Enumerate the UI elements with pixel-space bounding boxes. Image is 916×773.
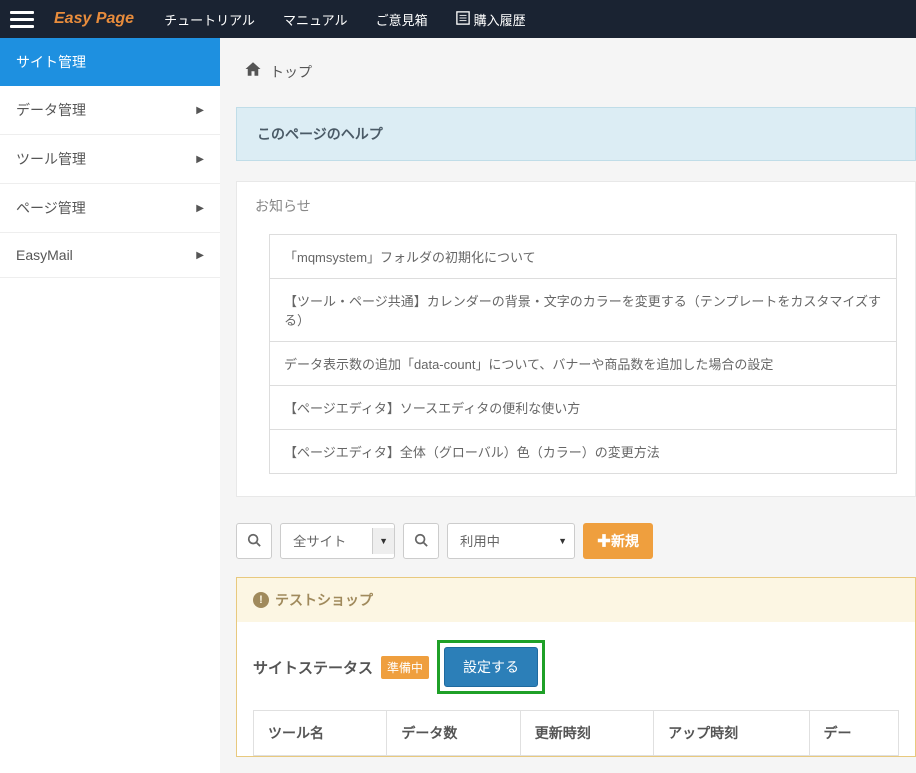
topnav-feedback[interactable]: ご意見箱 <box>376 10 428 29</box>
sidebar-item-data[interactable]: データ管理 ▶ <box>0 86 220 135</box>
status-select[interactable]: 利用中 <box>447 523 575 559</box>
sidebar-item-label: ページ管理 <box>16 198 86 218</box>
sidebar-item-label: EasyMail <box>16 247 73 263</box>
sidebar-item-tools[interactable]: ツール管理 ▶ <box>0 135 220 184</box>
new-button[interactable]: ✚新規 <box>583 523 653 559</box>
new-button-label: 新規 <box>611 533 639 549</box>
breadcrumb-label: トップ <box>270 62 312 82</box>
main-content: トップ このページのヘルプ お知らせ 「mqmsystem」フォルダの初期化につ… <box>220 38 916 773</box>
search-icon <box>414 533 428 550</box>
news-item[interactable]: 【ページエディタ】ソースエディタの便利な使い方 <box>269 385 897 429</box>
news-panel: お知らせ 「mqmsystem」フォルダの初期化について 【ツール・ページ共通】… <box>236 181 916 497</box>
settings-button[interactable]: 設定する <box>444 647 538 687</box>
topbar: Easy Page チュートリアル マニュアル ご意見箱 購入履歴 <box>0 0 916 38</box>
list-icon <box>456 11 470 28</box>
news-item[interactable]: 【ツール・ページ共通】カレンダーの背景・文字のカラーを変更する（テンプレートをカ… <box>269 278 897 341</box>
sidebar-item-label: データ管理 <box>16 100 86 120</box>
plus-icon: ✚ <box>597 533 611 549</box>
col-tool-name: ツール名 <box>254 711 387 756</box>
chevron-right-icon: ▶ <box>196 154 204 165</box>
col-extra: デー <box>809 711 898 756</box>
status-label: サイトステータス <box>253 657 373 678</box>
status-row: サイトステータス 準備中 設定する <box>253 640 899 694</box>
shop-title: テストショップ <box>275 590 373 610</box>
brand-logo[interactable]: Easy Page <box>54 10 134 28</box>
site-select[interactable]: 全サイト <box>280 523 395 559</box>
search-status-button[interactable] <box>403 523 439 559</box>
breadcrumb: トップ <box>236 54 916 89</box>
hamburger-icon[interactable] <box>10 11 34 28</box>
news-item[interactable]: 「mqmsystem」フォルダの初期化について <box>269 234 897 278</box>
data-table: ツール名 データ数 更新時刻 アップ時刻 デー <box>253 710 899 756</box>
news-item[interactable]: 【ページエディタ】全体（グローバル）色（カラー）の変更方法 <box>269 429 897 474</box>
chevron-right-icon: ▶ <box>196 250 204 261</box>
search-icon <box>247 533 261 550</box>
sidebar-item-label: ツール管理 <box>16 149 86 169</box>
topnav-history[interactable]: 購入履歴 <box>456 10 526 29</box>
status-badge: 準備中 <box>381 656 429 679</box>
sidebar-item-label: サイト管理 <box>16 52 86 72</box>
sidebar-item-site[interactable]: サイト管理 <box>0 38 220 86</box>
highlight-box: 設定する <box>437 640 545 694</box>
help-panel-title: このページのヘルプ <box>257 126 383 142</box>
col-data-count: データ数 <box>387 711 520 756</box>
toolbar: 全サイト 利用中 ✚新規 <box>236 523 916 559</box>
sidebar-item-easymail[interactable]: EasyMail ▶ <box>0 233 220 278</box>
sidebar-item-pages[interactable]: ページ管理 ▶ <box>0 184 220 233</box>
table-header-row: ツール名 データ数 更新時刻 アップ時刻 デー <box>254 711 899 756</box>
col-uploaded: アップ時刻 <box>654 711 809 756</box>
topnav-manual[interactable]: マニュアル <box>283 10 348 29</box>
shop-card: ! テストショップ サイトステータス 準備中 設定する ツール名 データ数 <box>236 577 916 757</box>
news-list: 「mqmsystem」フォルダの初期化について 【ツール・ページ共通】カレンダー… <box>269 234 897 474</box>
home-icon[interactable] <box>244 60 262 83</box>
chevron-right-icon: ▶ <box>196 203 204 214</box>
news-item[interactable]: データ表示数の追加「data-count」について、バナーや商品数を追加した場合… <box>269 341 897 385</box>
topnav-history-label: 購入履歴 <box>474 10 526 29</box>
news-panel-title: お知らせ <box>255 196 897 216</box>
topnav-tutorial[interactable]: チュートリアル <box>164 10 255 29</box>
sidebar: サイト管理 データ管理 ▶ ツール管理 ▶ ページ管理 ▶ EasyMail ▶ <box>0 38 220 773</box>
help-panel[interactable]: このページのヘルプ <box>236 107 916 161</box>
shop-card-header: ! テストショップ <box>237 578 915 622</box>
col-updated: 更新時刻 <box>520 711 653 756</box>
warning-icon: ! <box>253 592 269 608</box>
chevron-right-icon: ▶ <box>196 105 204 116</box>
search-site-button[interactable] <box>236 523 272 559</box>
